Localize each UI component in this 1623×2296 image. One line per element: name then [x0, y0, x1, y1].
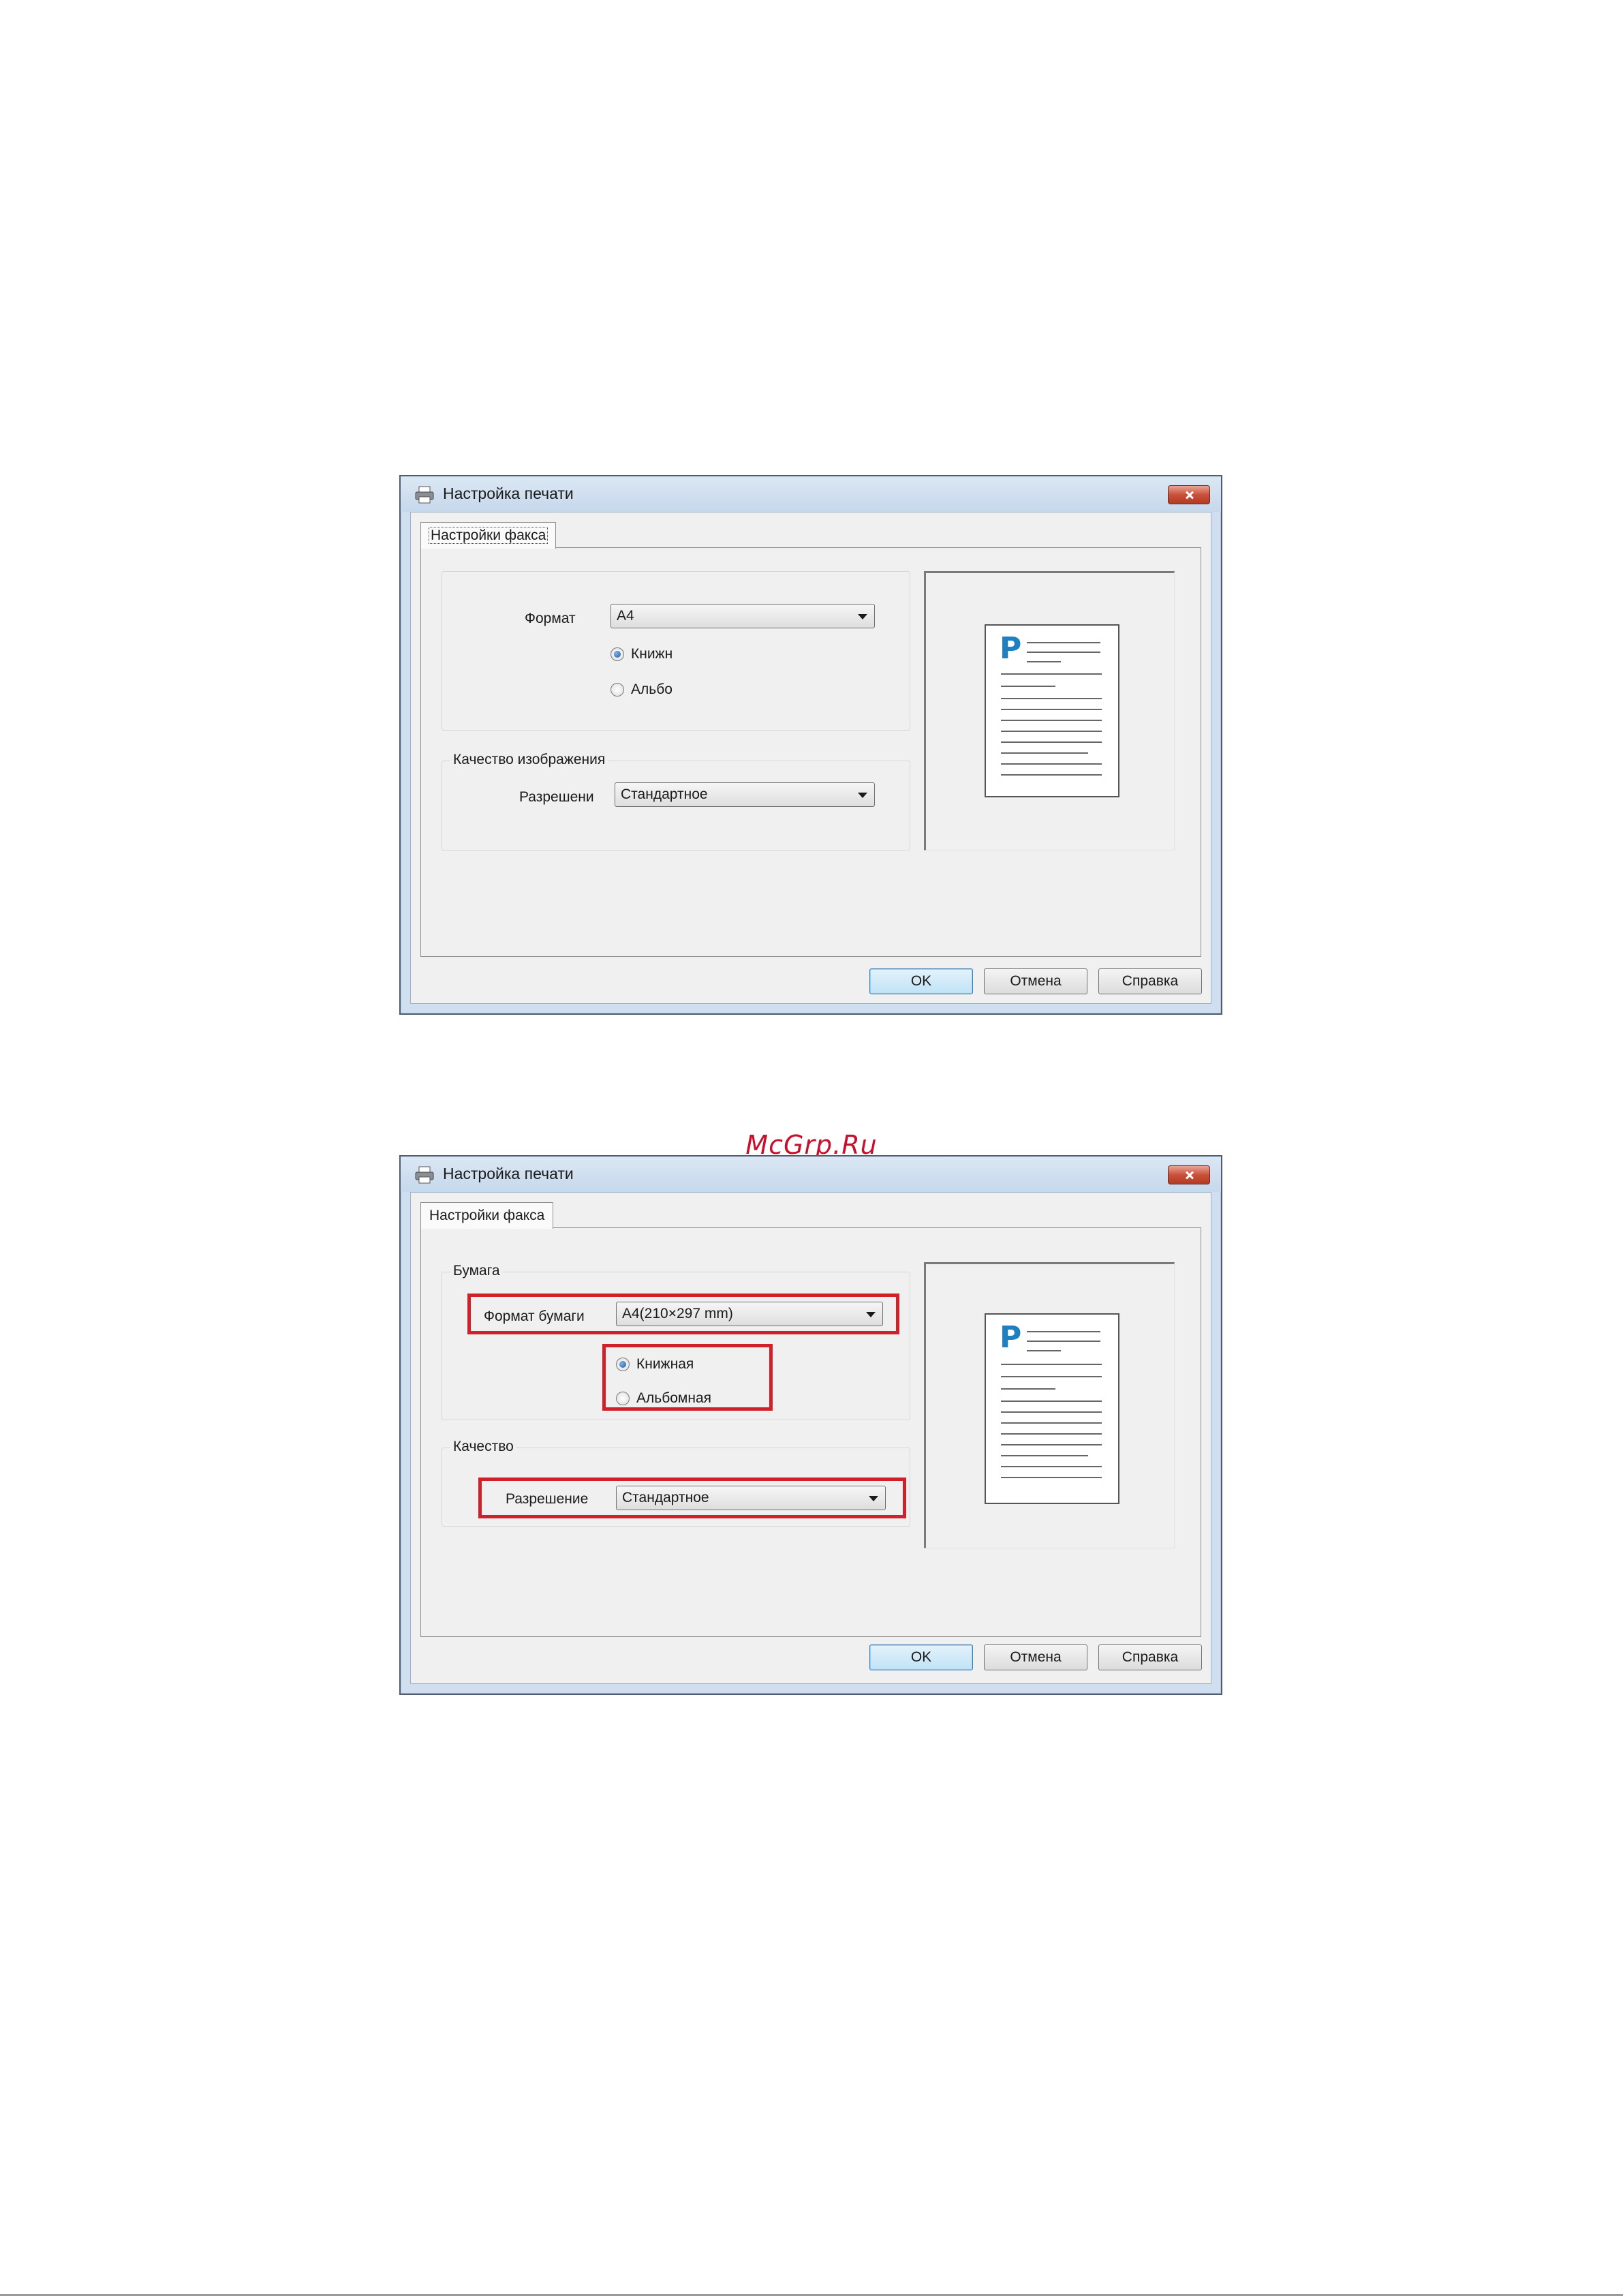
page-preview: P [924, 1262, 1175, 1548]
resolution-label: Разрешени [519, 789, 594, 805]
print-settings-dialog-1: Настройка печати Настройки факса Формат … [399, 475, 1222, 1015]
window-title: Настройка печати [443, 1165, 574, 1182]
dialog-client: Настройки факса Формат A4 Книжн Альбо Ка… [410, 512, 1211, 1004]
paper-preview-image: P [985, 1313, 1119, 1504]
format-combo[interactable]: A4 [610, 604, 875, 628]
page-preview: P [924, 571, 1175, 851]
print-settings-dialog-2: Настройка печати Настройки факса Бумага … [399, 1155, 1222, 1695]
paper-preview-image: P [985, 624, 1119, 797]
tab-label: Настройки факса [429, 1208, 545, 1223]
resolution-combo[interactable]: Стандартное [615, 782, 875, 807]
paper-logo-icon: P [1000, 1320, 1022, 1355]
radio-portrait-label: Книжн [631, 646, 673, 662]
printer-icon [415, 486, 434, 504]
help-button[interactable]: Справка [1098, 1644, 1202, 1670]
cancel-button[interactable]: Отмена [984, 968, 1087, 994]
chevron-down-icon [858, 793, 867, 798]
dialog-client: Настройки факса Бумага Формат бумаги A4(… [410, 1192, 1211, 1684]
help-button[interactable]: Справка [1098, 968, 1202, 994]
printer-icon [415, 1166, 434, 1184]
tab-fax-settings[interactable]: Настройки факса [420, 522, 557, 549]
tab-label: Настройки факса [428, 527, 548, 544]
title-bar: Настройка печати [401, 476, 1221, 512]
paper-logo-icon: P [1000, 631, 1022, 666]
quality-group-label: Качество [450, 1439, 516, 1455]
paper-group [442, 571, 910, 731]
ok-button[interactable]: OK [869, 968, 973, 994]
resolution-value: Стандартное [621, 786, 708, 802]
close-icon[interactable] [1168, 485, 1210, 504]
format-label: Формат [525, 611, 576, 626]
tab-panel: Бумага Формат бумаги A4(210×297 mm) Книж… [420, 1227, 1201, 1637]
tab-panel: Формат A4 Книжн Альбо Качество изображен… [420, 547, 1201, 957]
radio-checked-icon [610, 647, 624, 661]
tab-fax-settings[interactable]: Настройки факса [420, 1202, 554, 1229]
highlight-paper-format [467, 1294, 899, 1334]
close-icon[interactable] [1168, 1165, 1210, 1184]
highlight-resolution [478, 1478, 906, 1518]
window-title: Настройка печати [443, 485, 574, 502]
cancel-button[interactable]: Отмена [984, 1644, 1087, 1670]
chevron-down-icon [858, 614, 867, 619]
highlight-orientation [602, 1344, 773, 1411]
format-value: A4 [617, 608, 634, 624]
paper-group-label: Бумага [450, 1263, 503, 1279]
radio-landscape-label: Альбо [631, 682, 673, 697]
ok-button[interactable]: OK [869, 1644, 973, 1670]
title-bar: Настройка печати [401, 1157, 1221, 1192]
radio-unchecked-icon [610, 683, 624, 697]
quality-group-label: Качество изображения [450, 752, 608, 768]
